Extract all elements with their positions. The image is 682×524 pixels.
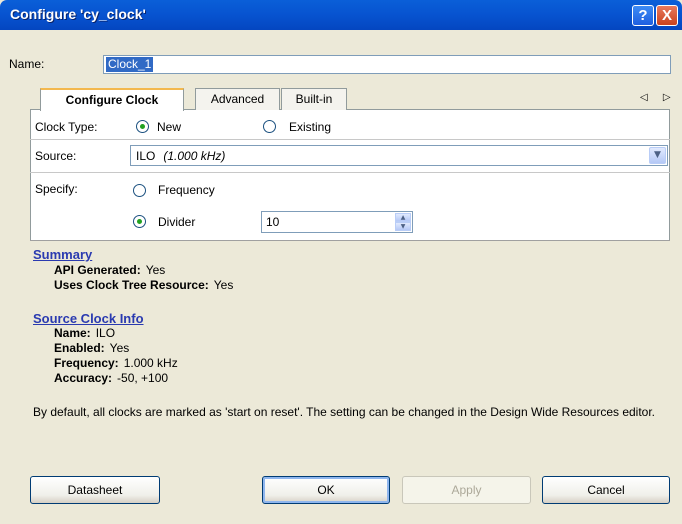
- spin-up-icon[interactable]: ▲: [395, 213, 411, 222]
- tab-scroll-arrows[interactable]: ◁ ▷: [640, 92, 677, 103]
- close-button[interactable]: X: [656, 5, 678, 26]
- source-info-row: Enabled: Yes: [54, 341, 130, 355]
- tab-advanced[interactable]: Advanced: [195, 88, 280, 110]
- source-info-row: Frequency: 1.000 kHz: [54, 356, 178, 370]
- source-info-row: Accuracy: -50, +100: [54, 371, 169, 385]
- specify-frequency-radio[interactable]: [133, 184, 146, 197]
- summary-row: Uses Clock Tree Resource: Yes: [54, 278, 234, 292]
- spin-down-icon[interactable]: ▼: [395, 222, 411, 231]
- specify-divider-label[interactable]: Divider: [158, 215, 195, 229]
- source-dropdown[interactable]: ILO (1.000 kHz) ▼: [130, 145, 668, 166]
- source-info-row: Name: ILO: [54, 326, 116, 340]
- summary-heading[interactable]: Summary: [33, 247, 92, 262]
- configure-dialog: Configure 'cy_clock' ? X Name: Clock_1 C…: [0, 0, 682, 524]
- title-bar[interactable]: Configure 'cy_clock' ? X: [0, 0, 682, 30]
- divider-line: [30, 139, 670, 140]
- source-label: Source:: [35, 149, 77, 163]
- summary-panel: Summary API Generated: Yes Uses Clock Tre…: [30, 240, 670, 462]
- source-value: ILO (1.000 kHz): [136, 149, 225, 163]
- divider-stepper[interactable]: 10 ▲ ▼: [261, 211, 413, 233]
- name-label: Name:: [9, 57, 45, 71]
- help-button[interactable]: ?: [632, 5, 654, 26]
- source-frequency-hint: (1.000 kHz): [163, 149, 226, 163]
- tab-configure-clock[interactable]: Configure Clock: [40, 88, 184, 111]
- specify-frequency-label[interactable]: Frequency: [158, 183, 215, 197]
- tab-built-in[interactable]: Built-in: [281, 88, 347, 110]
- source-name: ILO: [136, 149, 156, 163]
- ok-button[interactable]: OK: [262, 476, 390, 504]
- cancel-button[interactable]: Cancel: [542, 476, 670, 504]
- clock-type-new-label[interactable]: New: [157, 120, 181, 134]
- specify-label: Specify:: [35, 182, 78, 196]
- name-input[interactable]: Clock_1: [103, 55, 671, 74]
- chevron-down-icon[interactable]: ▼: [649, 147, 666, 164]
- clock-type-label: Clock Type:: [35, 120, 98, 134]
- tab-strip: Configure Clock Advanced Built-in: [30, 88, 670, 111]
- source-clock-info-heading[interactable]: Source Clock Info: [33, 311, 144, 326]
- clock-type-new-radio[interactable]: [136, 120, 149, 133]
- apply-button[interactable]: Apply: [402, 476, 531, 504]
- clock-type-existing-radio[interactable]: [263, 120, 276, 133]
- clock-type-existing-label[interactable]: Existing: [289, 120, 331, 134]
- specify-divider-radio[interactable]: [133, 215, 146, 228]
- reset-note: By default, all clocks are marked as 'st…: [33, 405, 656, 419]
- divider-value: 10: [266, 215, 280, 229]
- name-value: Clock_1: [106, 57, 154, 72]
- summary-row: API Generated: Yes: [54, 263, 166, 277]
- divider-line: [30, 172, 670, 173]
- window-title: Configure 'cy_clock': [10, 6, 146, 22]
- datasheet-button[interactable]: Datasheet: [30, 476, 160, 504]
